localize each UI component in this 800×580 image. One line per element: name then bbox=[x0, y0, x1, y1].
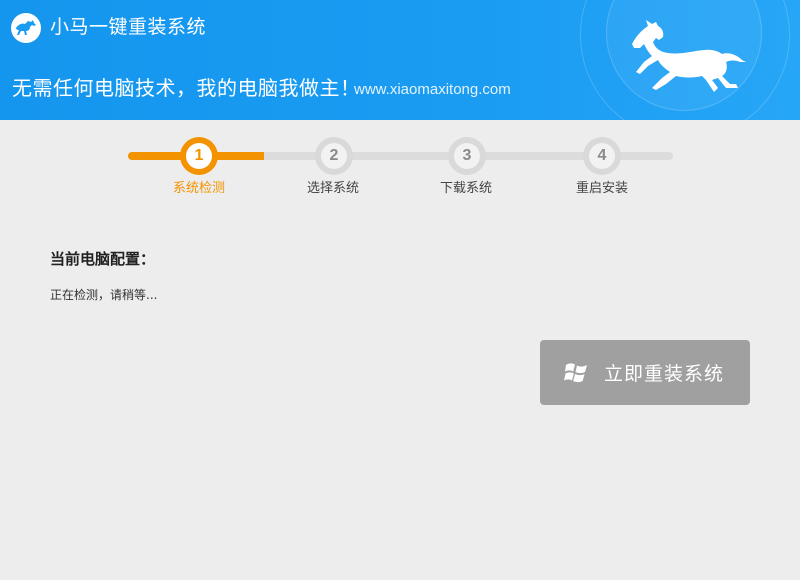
step-4-label: 重启安装 bbox=[575, 181, 628, 196]
install-system-button[interactable]: 立即重装系统 bbox=[540, 340, 750, 405]
step-2-circle: 2 bbox=[315, 137, 353, 175]
step-4-number: 4 bbox=[589, 143, 615, 169]
step-2-number: 2 bbox=[321, 143, 347, 169]
progress-steps: 1 2 3 4 系统检测 选择系统 下载系统 重启安装 bbox=[0, 120, 800, 210]
step-3-circle: 3 bbox=[448, 137, 486, 175]
step-3-label: 下载系统 bbox=[439, 181, 492, 196]
site-url: www.xiaomaxitong.com bbox=[354, 81, 511, 98]
slogan-text: 无需任何电脑技术，我的电脑我做主！ bbox=[12, 76, 361, 100]
windows-icon bbox=[564, 362, 587, 382]
config-title: 当前电脑配置： bbox=[50, 250, 156, 268]
step-1-number: 1 bbox=[186, 143, 212, 169]
step-2-label: 选择系统 bbox=[306, 181, 359, 196]
horse-icon bbox=[632, 20, 746, 92]
step-1-label: 系统检测 bbox=[172, 181, 225, 196]
header-banner: 小马一键重装系统 无需任何电脑技术，我的电脑我做主！ www.xiaomaxit… bbox=[0, 0, 800, 120]
install-button-label: 立即重装系统 bbox=[604, 363, 725, 385]
step-4-circle: 4 bbox=[583, 137, 621, 175]
step-1-circle: 1 bbox=[180, 137, 218, 175]
step-3-number: 3 bbox=[454, 143, 480, 169]
detection-status: 正在检测，请稍等... bbox=[50, 288, 158, 302]
app-title: 小马一键重装系统 bbox=[50, 16, 207, 38]
app-logo-icon bbox=[11, 13, 41, 43]
